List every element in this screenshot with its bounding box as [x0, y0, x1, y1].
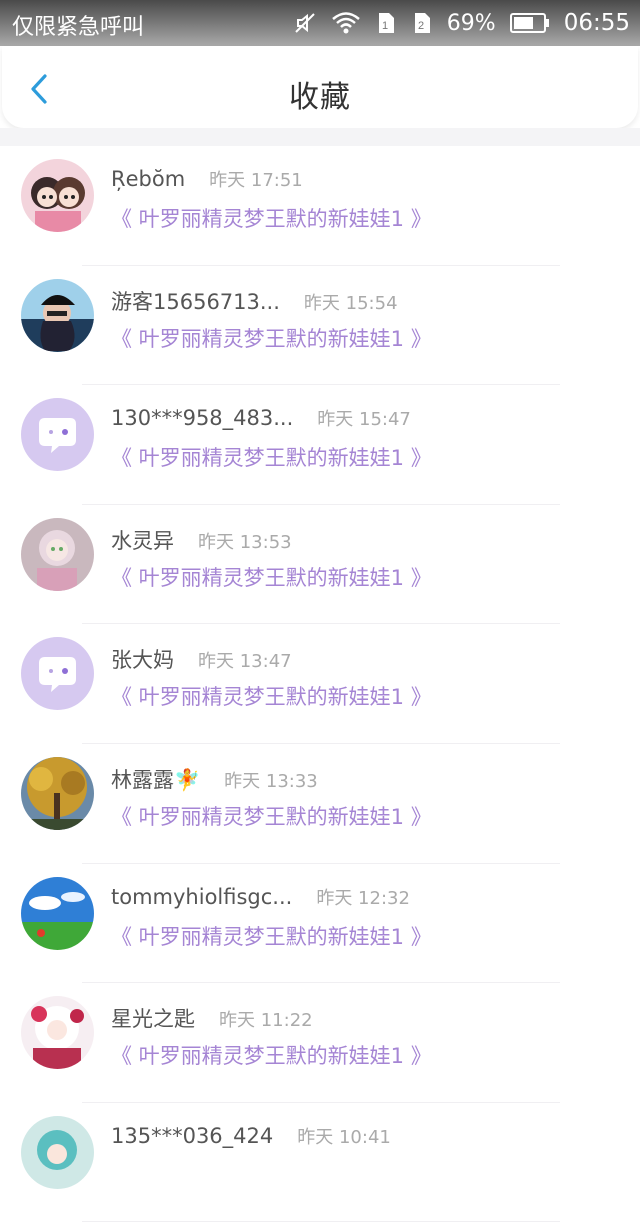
anime-couple-avatar	[21, 159, 94, 232]
battery-icon	[509, 12, 550, 34]
anime-girl-avatar	[21, 996, 94, 1070]
sim1-icon: 1	[375, 11, 397, 35]
username[interactable]: 135***036_424	[111, 1124, 273, 1148]
section-gap	[0, 128, 640, 146]
avatar[interactable]	[21, 1115, 94, 1189]
favorite-item[interactable]: 张大妈 昨天 13:47 《 叶罗丽精灵梦王默的新娃娃1 》	[0, 624, 640, 744]
default-chat-avatar	[21, 637, 94, 711]
doll-avatar	[21, 517, 94, 591]
autumn-tree-avatar	[21, 756, 94, 830]
timestamp: 昨天 13:53	[198, 531, 292, 553]
timestamp: 昨天 15:47	[317, 409, 411, 431]
favorite-item[interactable]: 135***036_424 昨天 10:41	[0, 1103, 640, 1222]
wifi-icon	[331, 11, 361, 35]
username[interactable]: 130***958_483...	[111, 406, 293, 430]
mute-icon	[293, 11, 317, 35]
book-link[interactable]: 《 叶罗丽精灵梦王默的新娃娃1 》	[111, 203, 432, 233]
sky-field-avatar	[21, 876, 94, 950]
item-header: 游客15656713... 昨天 15:54	[111, 286, 398, 316]
battery-percent: 69%	[446, 10, 496, 36]
timestamp: 昨天 10:41	[297, 1126, 391, 1148]
item-header: 130***958_483... 昨天 15:47	[111, 405, 411, 431]
username[interactable]: tommyhiolfisgc...	[111, 885, 292, 909]
avatar[interactable]	[21, 159, 94, 232]
timestamp: 昨天 17:51	[209, 170, 303, 191]
favorite-item[interactable]: 林露露🧚 昨天 13:33 《 叶罗丽精灵梦王默的新娃娃1 》	[0, 744, 640, 864]
clock: 06:55	[563, 10, 630, 36]
item-header: 135***036_424 昨天 10:41	[111, 1123, 391, 1149]
book-link[interactable]: 《 叶罗丽精灵梦王默的新娃娃1 》	[111, 1040, 432, 1070]
avatar[interactable]	[21, 876, 94, 950]
username[interactable]: 林露露🧚	[111, 764, 200, 794]
favorite-item[interactable]: 星光之匙 昨天 11:22 《 叶罗丽精灵梦王默的新娃娃1 》	[0, 983, 640, 1103]
avatar[interactable]	[21, 756, 94, 830]
nav-bar: 收藏	[2, 46, 638, 128]
avatar[interactable]	[21, 398, 94, 472]
timestamp: 昨天 15:54	[303, 292, 398, 314]
favorite-item[interactable]: tommyhiolfisgc... 昨天 12:32 《 叶罗丽精灵梦王默的新娃娃1…	[0, 864, 640, 984]
username[interactable]: Ŗebŏm	[111, 167, 185, 191]
teal-anime-avatar	[21, 1115, 94, 1189]
book-link[interactable]: 《 叶罗丽精灵梦王默的新娃娃1 》	[111, 442, 432, 472]
avatar[interactable]	[21, 996, 94, 1070]
svg-text:2: 2	[418, 20, 424, 32]
status-bar: 仅限紧急呼叫 1 2 69% 06:55	[0, 0, 640, 46]
timestamp: 昨天 13:33	[224, 770, 318, 792]
timestamp: 昨天 13:47	[198, 651, 292, 673]
page-title: 收藏	[289, 80, 351, 115]
favorites-list[interactable]: Ŗebŏm 昨天 17:51 《 叶罗丽精灵梦王默的新娃娃1 》 游客1565671…	[0, 146, 640, 1222]
timestamp: 昨天 11:22	[219, 1010, 313, 1032]
sim2-icon: 2	[411, 11, 433, 35]
item-header: 水灵异 昨天 13:53	[111, 525, 292, 555]
status-icons: 1 2 69% 06:55	[293, 8, 630, 38]
item-header: 星光之匙 昨天 11:22	[111, 1003, 313, 1033]
favorite-item[interactable]: 水灵异 昨天 13:53 《 叶罗丽精灵梦王默的新娃娃1 》	[0, 505, 640, 625]
svg-text:1: 1	[382, 20, 388, 32]
favorite-item[interactable]: Ŗebŏm 昨天 17:51 《 叶罗丽精灵梦王默的新娃娃1 》	[0, 146, 640, 266]
book-link[interactable]: 《 叶罗丽精灵梦王默的新娃娃1 》	[111, 921, 432, 951]
username[interactable]: 张大妈	[111, 644, 174, 674]
username[interactable]: 星光之匙	[111, 1003, 195, 1033]
book-link[interactable]: 《 叶罗丽精灵梦王默的新娃娃1 》	[111, 562, 432, 592]
item-header: tommyhiolfisgc... 昨天 12:32	[111, 884, 410, 910]
book-link[interactable]: 《 叶罗丽精灵梦王默的新娃娃1 》	[111, 323, 432, 353]
favorite-item[interactable]: 游客15656713... 昨天 15:54 《 叶罗丽精灵梦王默的新娃娃1 》	[0, 266, 640, 386]
avatar[interactable]	[21, 278, 94, 352]
item-header: 林露露🧚 昨天 13:33	[111, 764, 318, 794]
timestamp: 昨天 12:32	[316, 887, 410, 909]
item-header: 张大妈 昨天 13:47	[111, 644, 292, 674]
girl-cap-avatar	[21, 278, 94, 352]
book-link[interactable]: 《 叶罗丽精灵梦王默的新娃娃1 》	[111, 801, 432, 831]
username[interactable]: 水灵异	[111, 525, 174, 555]
username[interactable]: 游客15656713...	[111, 286, 280, 316]
favorite-item[interactable]: 130***958_483... 昨天 15:47 《 叶罗丽精灵梦王默的新娃娃1 …	[0, 385, 640, 505]
avatar[interactable]	[21, 637, 94, 711]
book-link[interactable]: 《 叶罗丽精灵梦王默的新娃娃1 》	[111, 681, 432, 711]
avatar[interactable]	[21, 517, 94, 591]
item-header: Ŗebŏm 昨天 17:51	[111, 166, 303, 192]
default-chat-avatar	[21, 398, 94, 472]
carrier-text: 仅限紧急呼叫	[12, 15, 145, 40]
